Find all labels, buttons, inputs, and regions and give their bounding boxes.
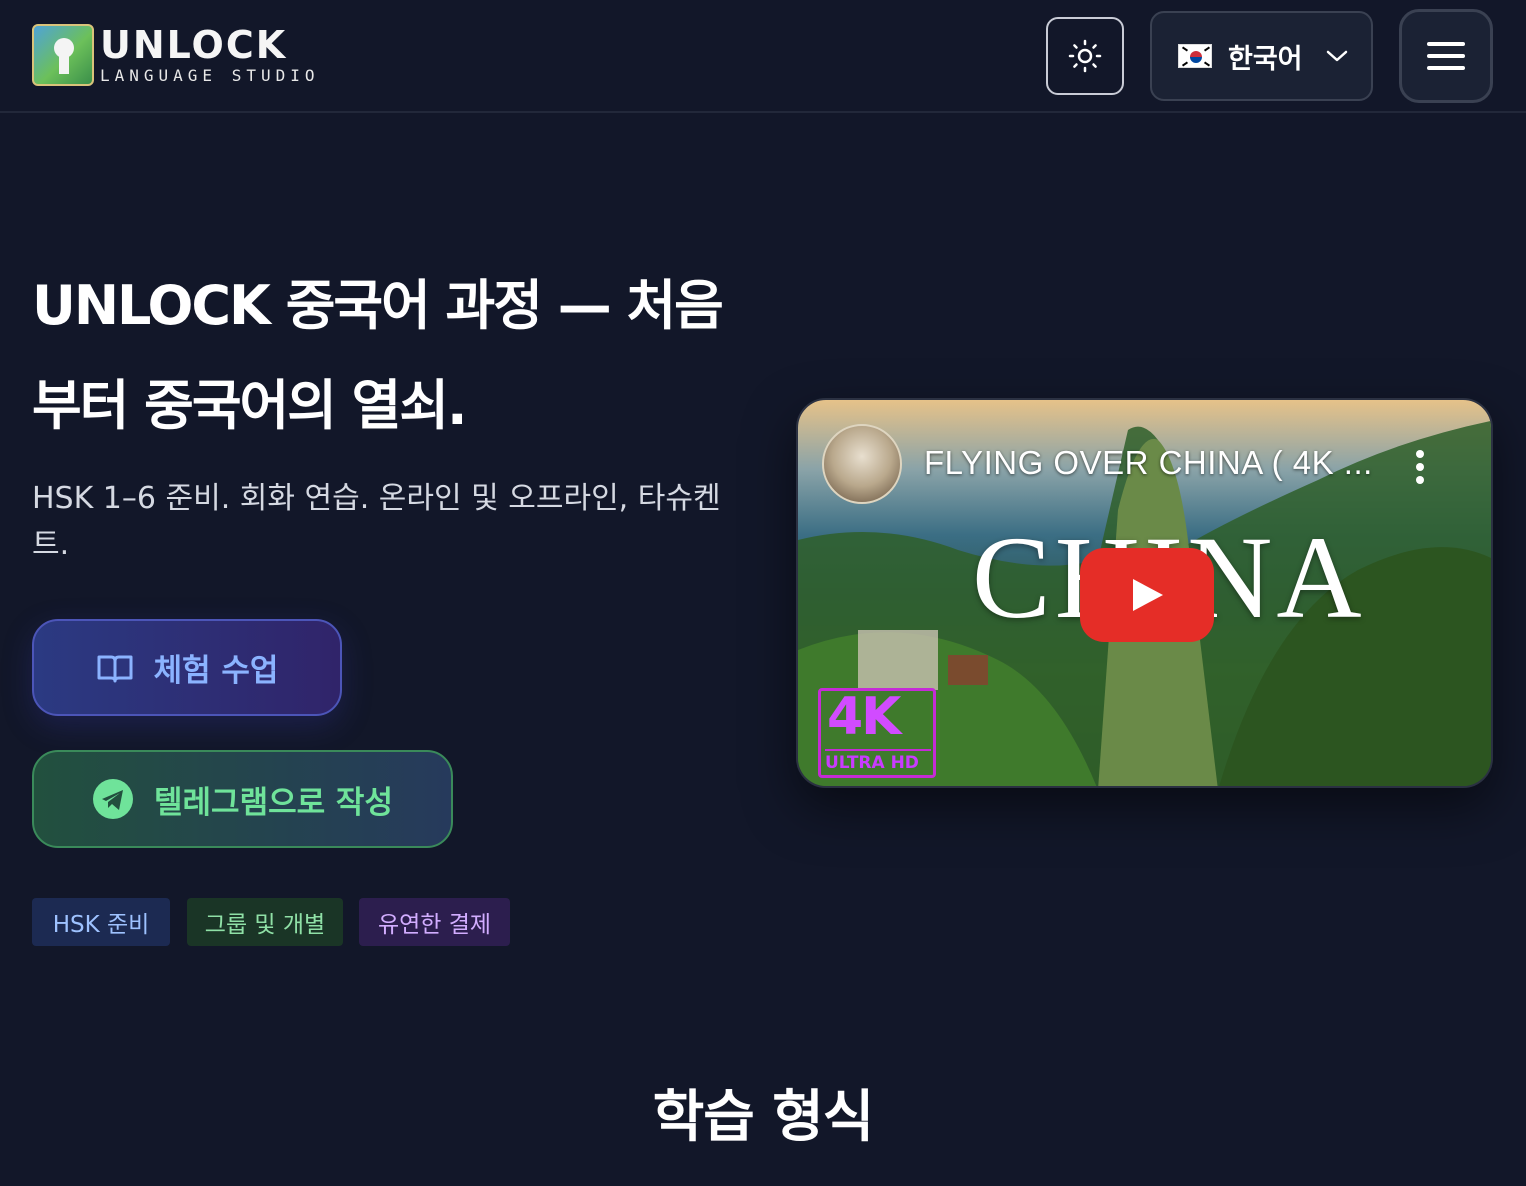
trial-lesson-button[interactable]: 체험 수업 <box>32 619 342 716</box>
tag-group: 그룹 및 개별 <box>187 898 343 946</box>
play-button[interactable] <box>1080 548 1214 642</box>
video-title[interactable]: FLYING OVER CHINA ( 4K ... <box>924 444 1373 482</box>
telegram-label: 텔레그램으로 작성 <box>154 784 393 821</box>
4k-badge: 4K ULTRA HD <box>818 687 936 778</box>
keyhole-logo-icon <box>32 24 94 86</box>
sun-icon <box>1068 39 1102 73</box>
logo-title: UNLOCK <box>100 23 288 67</box>
chevron-down-icon <box>1326 50 1347 62</box>
more-vertical-icon[interactable] <box>1410 448 1430 488</box>
youtube-video-embed[interactable]: FLYING OVER CHINA ( 4K ... CHINA 4K ULTR… <box>796 398 1493 788</box>
menu-button[interactable] <box>1399 9 1493 103</box>
hero-title: UNLOCK 중국어 과정 — 처음부터 중국어의 열쇠. <box>32 274 724 437</box>
theme-toggle-button[interactable] <box>1046 17 1124 95</box>
badge-ultra-hd-text: ULTRA HD <box>825 749 931 773</box>
play-icon <box>1133 579 1163 611</box>
channel-avatar[interactable] <box>822 424 902 504</box>
badge-4k-text: 4K <box>827 687 901 747</box>
kr-flag-icon <box>1178 44 1212 68</box>
hero-subtitle: HSK 1–6 준비. 회화 연습. 온라인 및 오프라인, 타슈켄트. <box>32 481 721 562</box>
site-header: UNLOCK LANGUAGE STUDIO 한국어 <box>0 0 1526 113</box>
language-label: 한국어 <box>1228 43 1303 75</box>
language-selector[interactable]: 한국어 <box>1150 11 1373 101</box>
telegram-icon <box>93 779 134 819</box>
logo[interactable]: UNLOCK LANGUAGE STUDIO <box>32 24 320 86</box>
book-open-icon <box>97 655 133 682</box>
telegram-button[interactable]: 텔레그램으로 작성 <box>32 750 453 848</box>
hamburger-icon <box>1427 42 1465 70</box>
tag-payment: 유연한 결제 <box>359 898 510 946</box>
learning-formats-heading: 학습 형식 <box>652 1085 875 1150</box>
trial-lesson-label: 체험 수업 <box>153 653 279 689</box>
logo-subtitle: LANGUAGE STUDIO <box>100 66 320 85</box>
tag-hsk: HSK 준비 <box>32 898 170 946</box>
